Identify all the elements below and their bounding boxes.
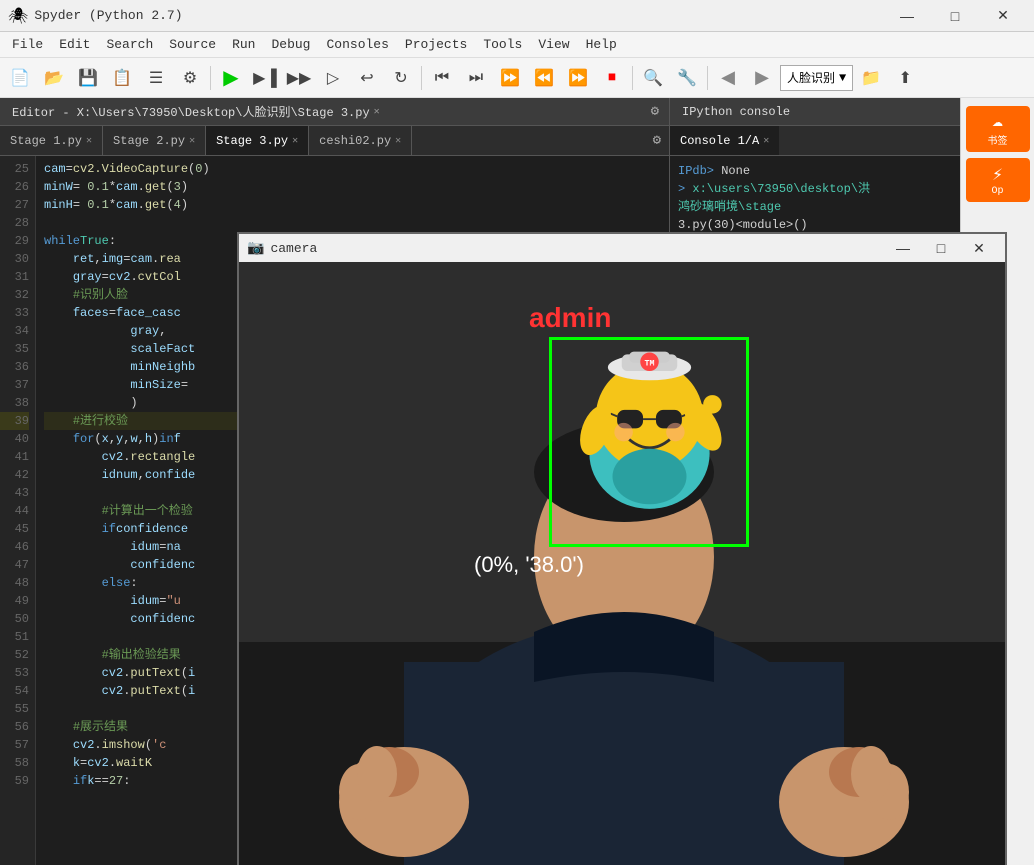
step-over-button[interactable]: ⏩ (494, 62, 526, 94)
op-icon: ⚡ (992, 164, 1003, 186)
tab-close-ceshi02[interactable]: ✕ (395, 135, 401, 147)
path-text: 人脸识别 (787, 69, 835, 86)
op-label: Op (991, 186, 1003, 197)
find-button[interactable]: 🔍 (637, 62, 669, 94)
camera-minimize-button[interactable]: — (885, 234, 921, 262)
camera-window: 📷 camera — □ ✕ (237, 232, 1007, 865)
menu-help[interactable]: Help (578, 34, 625, 55)
tab-close-stage3[interactable]: ✕ (292, 135, 298, 147)
fast-forward-button[interactable]: ⏩ (562, 62, 594, 94)
run-config-button[interactable]: ⚙ (174, 62, 206, 94)
save-as-button[interactable]: 📋 (106, 62, 138, 94)
step-into-button[interactable]: ⏭ (460, 62, 492, 94)
camera-visual: admin (239, 262, 1005, 865)
tab-settings-icon[interactable]: ⚙ (645, 132, 669, 149)
cloud-bookmarks-button[interactable]: ☁ 书签 (966, 106, 1030, 152)
tab-stage1[interactable]: Stage 1.py ✕ (0, 126, 103, 155)
menu-debug[interactable]: Debug (263, 34, 318, 55)
camera-title-text: camera (270, 241, 879, 256)
tab-console1[interactable]: Console 1/A ✕ (670, 126, 779, 155)
menu-bar: File Edit Search Source Run Debug Consol… (0, 32, 1034, 58)
stop-button[interactable]: ⏹ (596, 62, 628, 94)
console-tab-close[interactable]: ✕ (763, 135, 769, 147)
run-selection-button[interactable]: ▷ (317, 62, 349, 94)
find-replace-button[interactable]: 🔧 (671, 62, 703, 94)
path-dropdown[interactable]: 人脸识别 ▼ (780, 65, 853, 91)
sticker-svg: TM (557, 347, 742, 532)
menu-tools[interactable]: Tools (475, 34, 530, 55)
window-controls: — □ ✕ (884, 0, 1026, 32)
debug-button[interactable]: ⏮ (426, 62, 458, 94)
outline-button[interactable]: ☰ (140, 62, 172, 94)
continue-button[interactable]: ⏪ (528, 62, 560, 94)
face-sticker: TM (554, 342, 744, 537)
admin-label: admin (529, 302, 611, 334)
step-button[interactable]: ↩ (351, 62, 383, 94)
reload-button[interactable]: ↻ (385, 62, 417, 94)
save-button[interactable]: 💾 (72, 62, 104, 94)
menu-view[interactable]: View (530, 34, 577, 55)
menu-edit[interactable]: Edit (51, 34, 98, 55)
editor-title: Editor - X:\Users\73950\Desktop\人脸识别\Sta… (4, 101, 388, 122)
tab-close-stage2[interactable]: ✕ (189, 135, 195, 147)
editor-tab-bar: Editor - X:\Users\73950\Desktop\人脸识别\Sta… (0, 98, 669, 126)
minimize-button[interactable]: — (884, 0, 930, 32)
forward-button[interactable]: ▶ (746, 62, 778, 94)
tab-stage2[interactable]: Stage 2.py ✕ (103, 126, 206, 155)
editor-gear-icon[interactable]: ⚙ (645, 103, 665, 120)
line-numbers: 25262728 29303132 33343536 373839 404142… (0, 156, 36, 865)
camera-controls: — □ ✕ (885, 234, 997, 262)
run-cell-button[interactable]: ▶▐ (249, 62, 281, 94)
dropdown-arrow: ▼ (839, 71, 846, 85)
new-file-button[interactable]: 📄 (4, 62, 36, 94)
menu-projects[interactable]: Projects (397, 34, 475, 55)
toolbar: 📄 📂 💾 📋 ☰ ⚙ ▶ ▶▐ ▶▶ ▷ ↩ ↻ ⏮ ⏭ ⏩ ⏪ ⏩ ⏹ 🔍 … (0, 58, 1034, 98)
svg-text:TM: TM (644, 360, 654, 369)
app-icon: 🕷 (8, 6, 28, 26)
maximize-button[interactable]: □ (932, 0, 978, 32)
op-button[interactable]: ⚡ Op (966, 158, 1030, 202)
editor-close-icon[interactable]: ✕ (374, 106, 380, 118)
tab-close-stage1[interactable]: ✕ (86, 135, 92, 147)
tab-stage3[interactable]: Stage 3.py ✕ (206, 126, 309, 155)
confidence-label: (0%, '38.0') (474, 552, 584, 578)
menu-source[interactable]: Source (161, 34, 224, 55)
camera-maximize-button[interactable]: □ (923, 234, 959, 262)
console-title: IPython console (674, 103, 798, 121)
tab-ceshi02[interactable]: ceshi02.py ✕ (309, 126, 412, 155)
title-bar: 🕷 Spyder (Python 2.7) — □ ✕ (0, 0, 1034, 32)
menu-consoles[interactable]: Consoles (318, 34, 396, 55)
cloud-icon: ☁ (992, 110, 1003, 132)
open-file-button[interactable]: 📂 (38, 62, 70, 94)
file-tabs: Stage 1.py ✕ Stage 2.py ✕ Stage 3.py ✕ c… (0, 126, 669, 156)
camera-close-button[interactable]: ✕ (961, 234, 997, 262)
camera-icon: 📷 (247, 240, 264, 257)
bookmarks-label: 书签 (988, 132, 1008, 148)
menu-run[interactable]: Run (224, 34, 263, 55)
app-title: Spyder (Python 2.7) (34, 8, 878, 23)
up-dir-button[interactable]: ⬆ (889, 62, 921, 94)
browse-button[interactable]: 📁 (855, 62, 887, 94)
run-cell-advance-button[interactable]: ▶▶ (283, 62, 315, 94)
back-button[interactable]: ◀ (712, 62, 744, 94)
menu-file[interactable]: File (4, 34, 51, 55)
menu-search[interactable]: Search (98, 34, 161, 55)
camera-feed: admin (239, 262, 1005, 865)
run-button[interactable]: ▶ (215, 62, 247, 94)
close-button[interactable]: ✕ (980, 0, 1026, 32)
camera-title-bar: 📷 camera — □ ✕ (239, 234, 1005, 262)
